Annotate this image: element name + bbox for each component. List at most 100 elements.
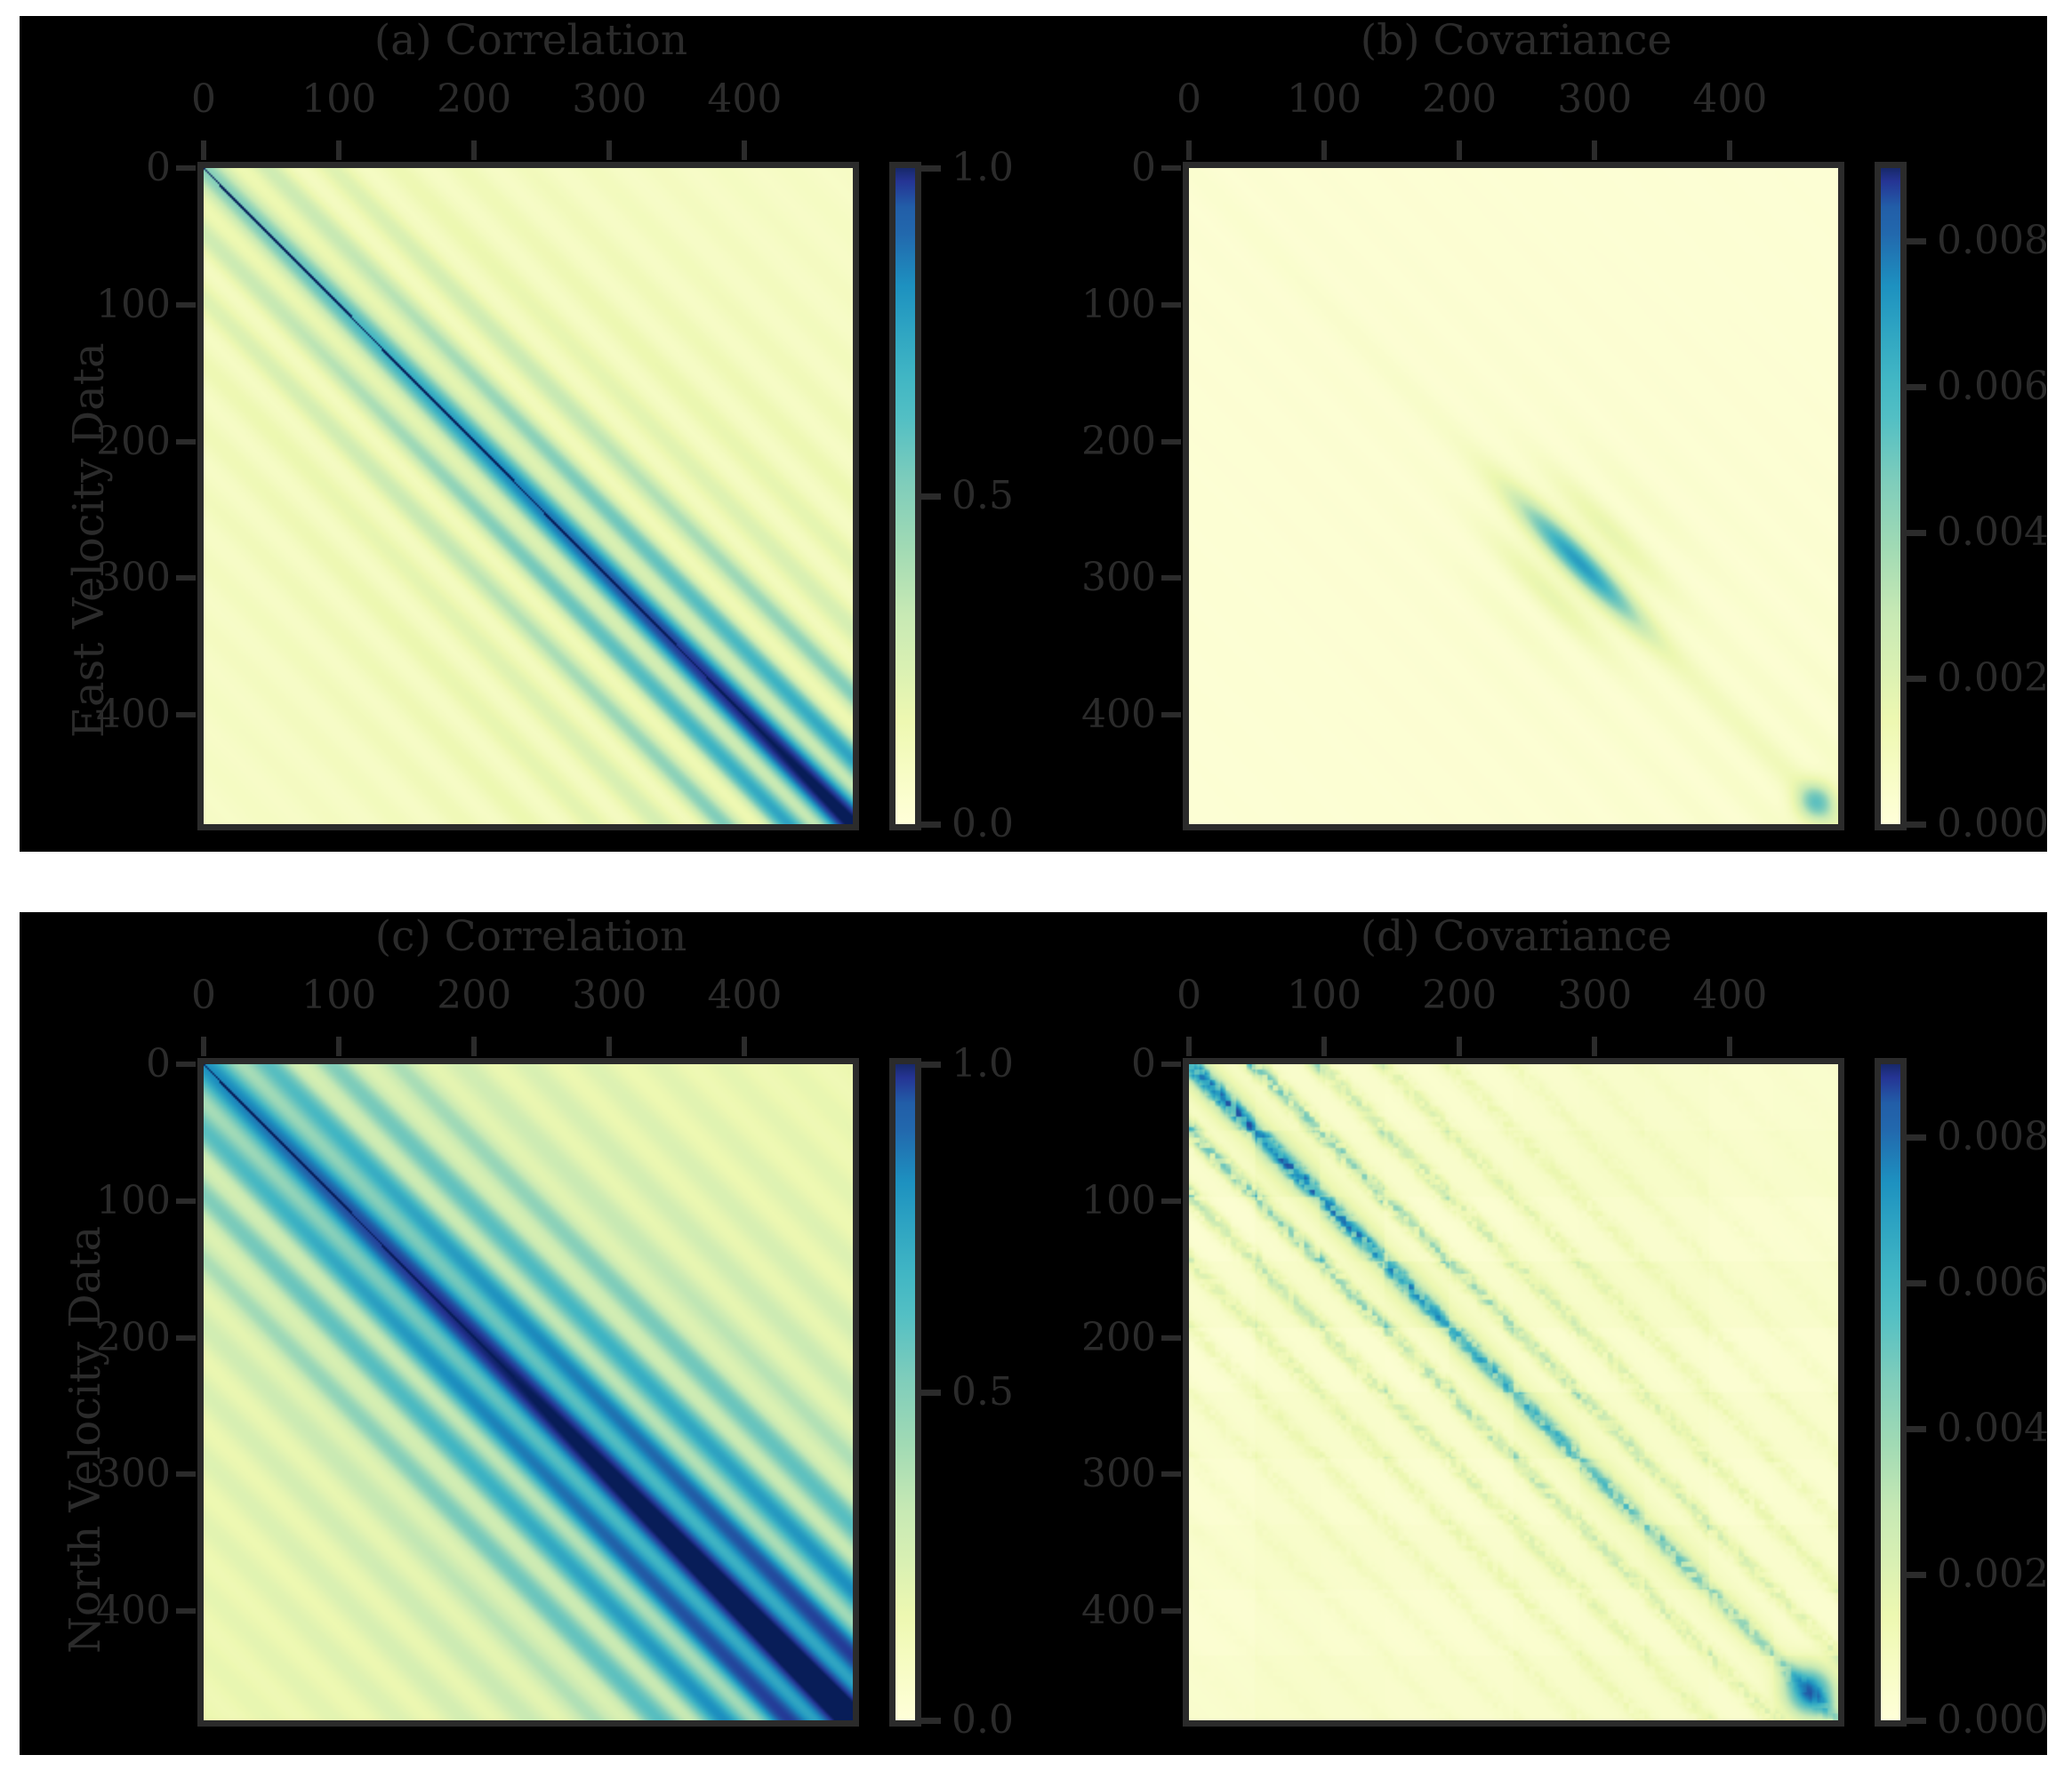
panel-a-xtick-mark (742, 140, 748, 160)
panel-d-ytick-mark (1161, 1471, 1181, 1478)
panel-b-xtick-label: 400 (1692, 76, 1768, 122)
panel-a-colorbar-gradient (895, 168, 915, 824)
panel-b-ytick-label: 200 (1081, 418, 1156, 464)
panel-c-ytick-mark (176, 1198, 196, 1204)
panel-c-ytick-mark (176, 1062, 196, 1067)
panel-b-xtick-mark (1457, 140, 1463, 160)
panel-b-title: (b) Covariance (1360, 16, 1673, 65)
panel-a-xtick-label: 400 (707, 76, 783, 122)
figure-root: (a) Correlation East Velocity Data (b) C… (0, 0, 2072, 1771)
panel-b-ytick-label: 100 (1081, 281, 1156, 327)
panel-c-ytick-label: 0 (146, 1041, 171, 1086)
panel-b-xtick-mark (1727, 140, 1733, 160)
panel-b-colorbar-tick-label: 0.008 (1937, 218, 2049, 263)
panel-d-colorbar (1875, 1058, 1907, 1727)
panel-a-heatmap-canvas (204, 168, 853, 824)
panel-b-colorbar-tick-label: 0.004 (1937, 509, 2049, 555)
panel-d-ytick-mark (1161, 1608, 1181, 1614)
panel-d-colorbar-tick-label: 0.008 (1937, 1114, 2049, 1159)
panel-a-colorbar-tick-mark (921, 493, 941, 500)
panel-c-colorbar-tick-mark (921, 1390, 941, 1396)
panel-d-colorbar-tick-label: 0.000 (1937, 1697, 2049, 1743)
panel-c-colorbar-tick-mark (921, 1718, 941, 1724)
panel-b-colorbar-gradient (1881, 168, 1900, 824)
panel-c-title: (c) Correlation (374, 912, 687, 961)
panel-d-xtick-mark (1727, 1037, 1733, 1056)
panel-a-ytick-label: 200 (96, 418, 171, 464)
panel-a-xtick-label: 0 (191, 76, 216, 122)
panel-c-xtick-mark (606, 1037, 613, 1056)
panel-a-ytick-label: 100 (96, 281, 171, 327)
panel-b-ytick-label: 0 (1131, 145, 1156, 190)
panel-d-colorbar-tick-mark (1907, 1280, 1926, 1286)
panel-c-ytick-label: 100 (96, 1177, 171, 1223)
panel-a-ytick-label: 0 (146, 145, 171, 190)
panel-d-xtick-mark (1186, 1037, 1192, 1056)
panel-b-xtick-label: 0 (1177, 76, 1201, 122)
panel-d-colorbar-tick-mark (1907, 1718, 1926, 1724)
panel-d-ytick-label: 400 (1081, 1588, 1156, 1633)
panel-b-heatmap (1183, 162, 1844, 830)
panel-c-xtick-label: 0 (191, 973, 216, 1018)
panel-d-xtick-label: 100 (1287, 973, 1362, 1018)
panel-a-xtick-mark (471, 140, 478, 160)
panel-c-colorbar-tick-label: 1.0 (952, 1041, 1014, 1086)
panel-d-ytick-label: 200 (1081, 1314, 1156, 1360)
panel-d-xtick-label: 300 (1557, 973, 1633, 1018)
panel-d-colorbar-tick-mark (1907, 1572, 1926, 1578)
panel-a-title: (a) Correlation (373, 16, 688, 65)
panel-a-xtick-label: 300 (572, 76, 647, 122)
panel-d-colorbar-tick-label: 0.002 (1937, 1551, 2049, 1597)
panel-c-colorbar-tick-label: 0.5 (952, 1369, 1014, 1414)
panel-b-colorbar-tick-label: 0.000 (1937, 801, 2049, 846)
panel-b-colorbar-tick-mark (1907, 530, 1926, 536)
panel-a-colorbar-tick-label: 0.5 (952, 473, 1014, 518)
panel-c-ytick-label: 300 (96, 1451, 171, 1497)
panel-d-colorbar-gradient (1881, 1064, 1900, 1720)
panel-c-xtick-mark (471, 1037, 478, 1056)
panel-b-xtick-label: 100 (1287, 76, 1362, 122)
panel-d-colorbar-tick-mark (1907, 1134, 1926, 1141)
panel-a-ytick-mark (176, 712, 196, 717)
panel-b-xtick-mark (1321, 140, 1328, 160)
panel-d-heatmap (1183, 1058, 1844, 1727)
panel-c-colorbar-gradient (895, 1064, 915, 1720)
panel-c-heatmap (197, 1058, 859, 1727)
panel-c-xtick-mark (336, 1037, 342, 1056)
panel-a-xtick-mark (336, 140, 342, 160)
panel-d-colorbar-tick-label: 0.006 (1937, 1260, 2049, 1305)
panel-c-ytick-mark (176, 1334, 196, 1341)
panel-b-ytick-mark (1161, 712, 1181, 717)
panel-a-colorbar-tick-label: 0.0 (952, 801, 1014, 846)
panel-c-xtick-label: 300 (572, 973, 647, 1018)
panel-c-ytick-mark (176, 1471, 196, 1478)
panel-b-ytick-label: 300 (1081, 555, 1156, 601)
panel-c-heatmap-canvas (204, 1064, 853, 1720)
panel-b-ytick-mark (1161, 438, 1181, 445)
panel-b-colorbar-tick-label: 0.006 (1937, 364, 2049, 409)
panel-b-xtick-label: 200 (1422, 76, 1498, 122)
panel-d-ytick-label: 300 (1081, 1451, 1156, 1497)
panel-d-xtick-mark (1592, 1037, 1598, 1056)
panel-d-xtick-mark (1457, 1037, 1463, 1056)
panel-c-xtick-label: 200 (437, 973, 512, 1018)
panel-a-colorbar-tick-mark (921, 821, 941, 828)
panel-b-xtick-label: 300 (1557, 76, 1633, 122)
panel-a-colorbar-tick-label: 1.0 (952, 145, 1014, 190)
panel-a-xtick-label: 100 (301, 76, 377, 122)
panel-d-colorbar-tick-mark (1907, 1426, 1926, 1432)
panel-c-xtick-label: 100 (301, 973, 377, 1018)
panel-d-title: (d) Covariance (1360, 912, 1673, 961)
panel-d-colorbar-tick-label: 0.004 (1937, 1406, 2049, 1451)
panel-d-ytick-mark (1161, 1198, 1181, 1204)
panel-c-ytick-mark (176, 1608, 196, 1614)
panel-a-heatmap (197, 162, 859, 830)
panel-d-ytick-label: 100 (1081, 1177, 1156, 1223)
panel-b-ytick-mark (1161, 165, 1181, 171)
panel-c-xtick-label: 400 (707, 973, 783, 1018)
panel-a-ytick-label: 400 (96, 692, 171, 737)
panel-b-ytick-label: 400 (1081, 692, 1156, 737)
panel-b-ytick-mark (1161, 575, 1181, 581)
panel-a-ytick-label: 300 (96, 555, 171, 601)
panel-d-ytick-label: 0 (1131, 1041, 1156, 1086)
